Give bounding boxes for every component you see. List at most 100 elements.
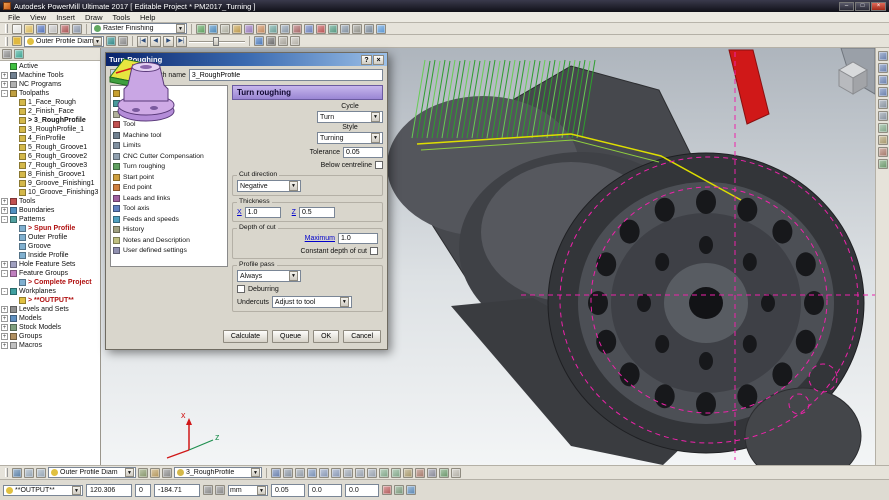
menu-view[interactable]: View xyxy=(30,13,46,22)
explorer-item-patterns[interactable]: -Patterns xyxy=(0,215,100,224)
tolerance-input[interactable] xyxy=(343,147,383,158)
explorer-item-active[interactable]: Active xyxy=(0,62,100,71)
measure-icon[interactable] xyxy=(162,468,172,478)
refresh-view-icon[interactable] xyxy=(439,468,449,478)
undo-icon[interactable] xyxy=(364,24,374,34)
dialog-tree-item-feeds-and-speeds[interactable]: Feeds and speeds xyxy=(113,214,225,225)
wireframe-view-icon[interactable] xyxy=(283,468,293,478)
dialog-help-button[interactable]: ? xyxy=(361,55,372,65)
thickness-z-input[interactable] xyxy=(299,207,335,218)
explorer-item-spun-profile[interactable]: > Spun Profile xyxy=(0,224,100,233)
explorer-item-feature-groups[interactable]: -Feature Groups xyxy=(0,269,100,278)
cut-direction-dropdown[interactable]: Negative ▼ xyxy=(237,180,301,192)
rotate-view-icon[interactable] xyxy=(415,468,425,478)
toolpath-name-input[interactable] xyxy=(189,69,383,81)
explorer-item-4-finprofile[interactable]: 4_FinProfile xyxy=(0,134,100,143)
style-dropdown[interactable]: Turning ▼ xyxy=(317,132,383,144)
chevron-down-icon[interactable]: ▼ xyxy=(176,24,185,33)
explorer-item-boundaries[interactable]: +Boundaries xyxy=(0,206,100,215)
tree-expander-icon[interactable]: + xyxy=(1,261,8,268)
zoom-window-icon[interactable] xyxy=(379,468,389,478)
view-front-icon[interactable] xyxy=(878,63,888,73)
explorer-item-1-face-rough[interactable]: 1_Face_Rough xyxy=(0,98,100,107)
dialog-tree-item-user-defined-settings[interactable]: User defined settings xyxy=(113,246,225,257)
explorer-item-nc-programs[interactable]: +NC Programs xyxy=(0,80,100,89)
explorer-item-models[interactable]: +Models xyxy=(0,314,100,323)
cancel-button[interactable]: Cancel xyxy=(343,330,381,343)
chevron-down-icon[interactable]: ▼ xyxy=(371,133,380,143)
status-extra-field[interactable]: 0.0 xyxy=(345,484,379,497)
snap-icon[interactable] xyxy=(203,485,213,495)
menu-draw[interactable]: Draw xyxy=(85,13,103,22)
refresh-tool-icon[interactable] xyxy=(878,159,888,169)
tree-expander-icon[interactable]: + xyxy=(1,72,8,79)
tree-expander-icon[interactable]: + xyxy=(1,324,8,331)
dynamic-sectioning-icon[interactable] xyxy=(307,468,317,478)
boundary-icon[interactable] xyxy=(244,24,254,34)
previous-view-icon[interactable] xyxy=(427,468,437,478)
stock-model-status-icon[interactable] xyxy=(394,485,404,495)
dialog-tree-item-history[interactable]: History xyxy=(113,225,225,236)
explorer-item-machine-tools[interactable]: +Machine Tools xyxy=(0,71,100,80)
active-toolpath-icon[interactable] xyxy=(12,36,22,46)
units-combo[interactable]: mm ▼ xyxy=(228,485,268,496)
queue-button[interactable]: Queue xyxy=(272,330,309,343)
cursor-z-field[interactable]: -184.71 xyxy=(154,484,200,497)
dialog-tree-item-turn-roughing[interactable]: Turn roughing xyxy=(113,162,225,173)
pan-tool-icon[interactable] xyxy=(878,135,888,145)
play-button[interactable]: ▶ xyxy=(163,36,174,47)
explorer-item-10-groove-finishing3[interactable]: 10_Groove_Finishing3 xyxy=(0,188,100,197)
feeds-speeds-icon[interactable] xyxy=(304,24,314,34)
below-centreline-checkbox[interactable] xyxy=(375,161,383,169)
chevron-down-icon[interactable]: ▼ xyxy=(72,486,81,495)
toolbar-grip[interactable] xyxy=(5,37,8,46)
profile-combo[interactable]: Outer Profile Diam ▼ xyxy=(24,36,104,47)
menu-help[interactable]: Help xyxy=(140,13,155,22)
explorer-item-toolpaths[interactable]: -Toolpaths xyxy=(0,89,100,98)
dialog-tree-item-tool-axis[interactable]: Tool axis xyxy=(113,204,225,215)
explorer-item-2-finish-face[interactable]: 2_Finish_Face xyxy=(0,107,100,116)
maximum-depth-input[interactable] xyxy=(338,233,378,244)
go-end-button[interactable]: ▶| xyxy=(176,36,187,47)
zoom-full-icon[interactable] xyxy=(391,468,401,478)
new-project-icon[interactable] xyxy=(12,24,22,34)
explorer-item-hole-feature-sets[interactable]: +Hole Feature Sets xyxy=(0,260,100,269)
block-icon[interactable] xyxy=(220,24,230,34)
toolbar-grip[interactable] xyxy=(5,468,8,477)
tool-icon[interactable] xyxy=(232,24,242,34)
explorer-item-6-rough-groove2[interactable]: 6_Rough_Groove2 xyxy=(0,152,100,161)
info-icon[interactable] xyxy=(406,485,416,495)
dialog-tree-item-notes-and-description[interactable]: Notes and Description xyxy=(113,235,225,246)
toolbar-grip[interactable] xyxy=(5,24,8,33)
constant-depth-checkbox[interactable] xyxy=(370,247,378,255)
active-workplane-combo[interactable]: **OUTPUT** ▼ xyxy=(3,485,83,496)
viewport-3d[interactable]: x z Turn Roughing ? × Toolpath name Feat… xyxy=(101,48,875,465)
minimize-button[interactable]: – xyxy=(839,2,854,11)
iso1-view-icon[interactable] xyxy=(319,468,329,478)
explorer-model-icon[interactable] xyxy=(14,49,24,59)
print-icon[interactable] xyxy=(48,24,58,34)
status-thickness-field[interactable]: 0.0 xyxy=(308,484,342,497)
explorer-item-workplanes[interactable]: -Workplanes xyxy=(0,287,100,296)
explorer-item-tools[interactable]: +Tools xyxy=(0,197,100,206)
wireframe-toggle-icon[interactable] xyxy=(878,111,888,121)
pattern-icon[interactable] xyxy=(256,24,266,34)
explorer-item-8-finish-groove1[interactable]: 8_Finish_Groove1 xyxy=(0,170,100,179)
chevron-down-icon[interactable]: ▼ xyxy=(289,271,298,281)
boundary-combo[interactable]: Outer Profile Diam ▼ xyxy=(48,467,136,478)
boundary-edit-icon[interactable] xyxy=(138,468,148,478)
help-icon[interactable] xyxy=(376,24,386,34)
zoom-out-icon[interactable] xyxy=(36,468,46,478)
explorer-item-stock-models[interactable]: +Stock Models xyxy=(0,323,100,332)
explorer-item-macros[interactable]: +Macros xyxy=(0,341,100,350)
chevron-down-icon[interactable]: ▼ xyxy=(93,37,102,46)
leads-links-icon[interactable] xyxy=(292,24,302,34)
toolpath-strategy-icon[interactable] xyxy=(196,24,206,34)
dialog-tree-item-limits[interactable]: Limits xyxy=(113,141,225,152)
nc-program-icon[interactable] xyxy=(340,24,350,34)
draw-axes-icon[interactable] xyxy=(118,36,128,46)
thickness-x-button[interactable]: X xyxy=(237,209,242,216)
explorer-item-7-rough-groove3[interactable]: 7_Rough_Groove3 xyxy=(0,161,100,170)
zoom-in-icon[interactable] xyxy=(24,468,34,478)
dialog-tree-item-end-point[interactable]: End point xyxy=(113,183,225,194)
